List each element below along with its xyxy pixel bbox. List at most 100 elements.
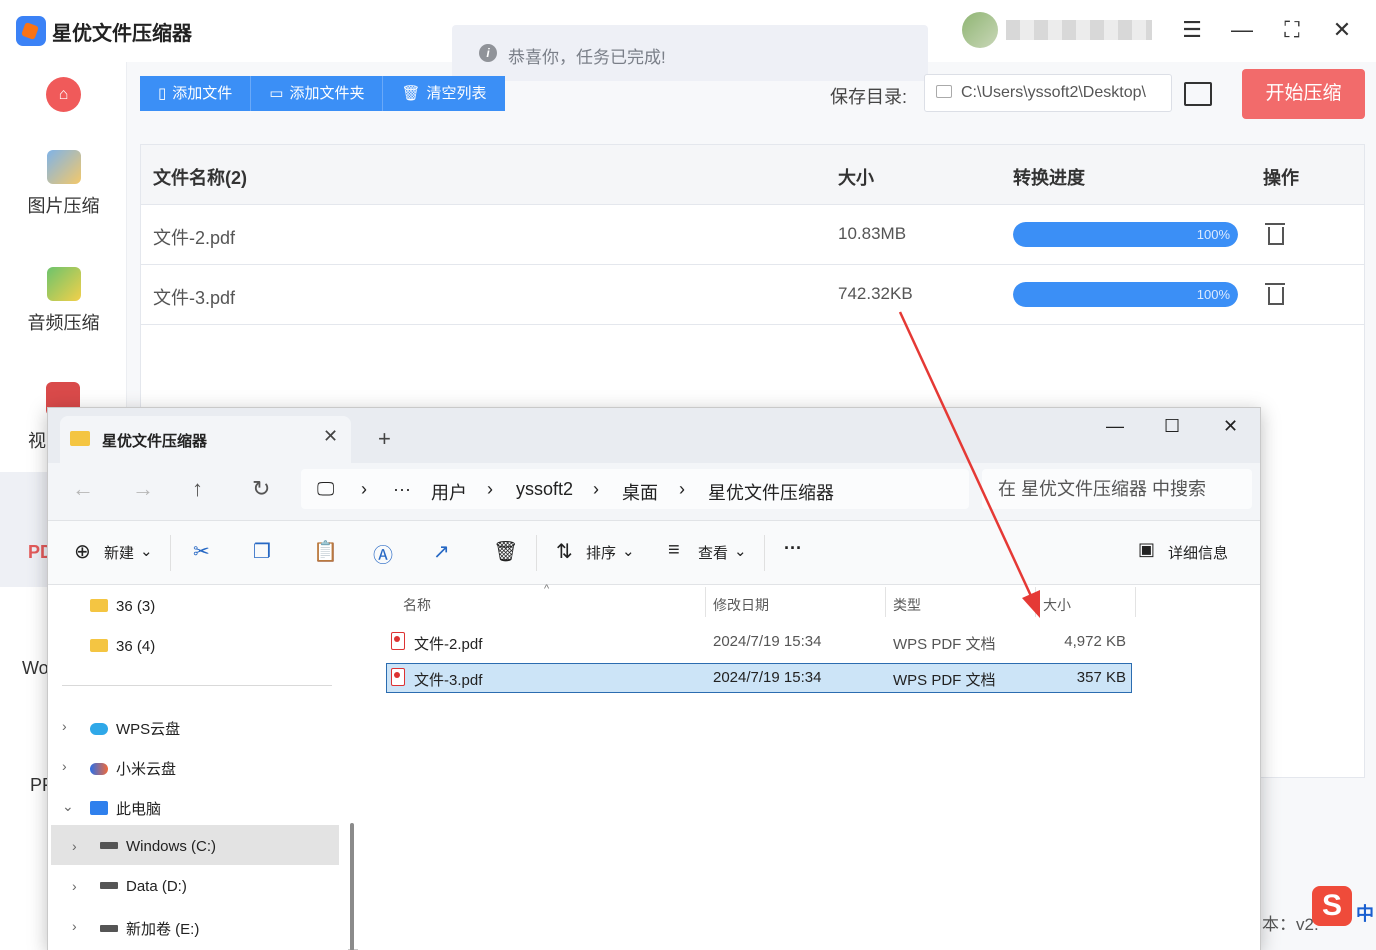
chevron-down-icon[interactable]: ⌄ — [622, 542, 635, 560]
minimize-icon[interactable]: — — [1106, 416, 1124, 437]
sidebar-item-image[interactable]: 图片压缩 — [0, 150, 127, 218]
file-row[interactable]: 文件-2.pdf 2024/7/19 15:34 WPS PDF 文档 4,97… — [386, 627, 1132, 657]
column-separator[interactable] — [1135, 587, 1136, 617]
user-avatar[interactable] — [962, 12, 998, 48]
scrollbar-thumb[interactable] — [350, 823, 354, 950]
paste-icon[interactable]: 📋 — [313, 539, 338, 564]
ime-mode[interactable]: 中 — [1356, 900, 1374, 926]
folder-icon — [90, 599, 108, 612]
tree-scrollbar[interactable] — [348, 585, 356, 950]
add-folder-button[interactable]: ▭ 添加文件夹 — [251, 76, 384, 111]
new-tab-icon[interactable]: + — [378, 426, 391, 452]
file-name: 文件-3.pdf — [153, 288, 236, 308]
start-compress-button[interactable]: 开始压缩 — [1242, 69, 1365, 119]
column-header-name[interactable]: 名称 — [403, 595, 431, 615]
navigation-pane: 36 (3) 36 (4) › WPS云盘 › 小米云盘 ⌄ 此电脑 › Windows… — [48, 585, 354, 950]
address-bar[interactable]: 🖵 › ··· 用户 › yssoft2 › 桌面 › 星优文件压缩器 — [301, 469, 969, 509]
sort-icon[interactable]: ⇅ — [556, 539, 573, 564]
delete-icon[interactable] — [1265, 221, 1285, 245]
breadcrumb-item[interactable]: 用户 — [431, 479, 467, 505]
breadcrumb-more[interactable]: ··· — [393, 479, 411, 500]
explorer-tabbar: 星优文件压缩器 ✕ + — ☐ ✕ — [48, 408, 1260, 463]
sidebar-item-audio[interactable]: 音频压缩 — [0, 267, 127, 335]
maximize-icon[interactable]: ⛶ — [1276, 14, 1308, 46]
toast-message: 恭喜你，任务已完成! — [508, 48, 666, 67]
tree-item-drive-d[interactable]: › Data (D:) — [72, 878, 187, 895]
tab-title: 星优文件压缩器 — [102, 433, 208, 450]
column-header-name: 文件名称(2) — [153, 168, 247, 188]
table-row[interactable]: 文件-2.pdf 10.83MB 100% — [141, 205, 1364, 265]
tree-item-wps-cloud[interactable]: › WPS云盘 — [62, 718, 181, 739]
up-icon[interactable]: ↑ — [192, 476, 203, 502]
tree-item-this-pc[interactable]: ⌄ 此电脑 — [62, 798, 162, 819]
close-icon[interactable]: ✕ — [1326, 14, 1358, 46]
delete-icon[interactable] — [1265, 281, 1285, 305]
new-icon[interactable]: ⊕ — [74, 539, 91, 564]
tree-item-drive-c[interactable]: › Windows (C:) — [72, 838, 216, 855]
column-separator[interactable] — [1035, 587, 1036, 617]
rename-icon[interactable]: Ⓐ — [373, 539, 393, 568]
explorer-tab[interactable]: 星优文件压缩器 ✕ — [60, 416, 351, 463]
home-icon[interactable]: ⌂ — [46, 77, 81, 112]
share-icon[interactable]: ↗ — [433, 539, 450, 564]
more-icon[interactable]: ··· — [784, 538, 802, 559]
table-header: 文件名称(2) 大小 转换进度 操作 — [141, 145, 1364, 205]
tree-item-folder[interactable]: 36 (3) — [90, 598, 155, 615]
breadcrumb-separator: › — [361, 479, 367, 499]
chevron-down-icon[interactable]: ⌄ — [734, 542, 747, 560]
audio-icon — [46, 267, 81, 301]
column-header-size[interactable]: 大小 — [1043, 595, 1071, 615]
tree-item-label: WPS云盘 — [116, 721, 181, 738]
column-separator[interactable] — [885, 587, 886, 617]
settings-icon[interactable]: ☰ — [1176, 14, 1208, 46]
column-header-progress: 转换进度 — [1013, 168, 1085, 188]
minimize-icon[interactable]: — — [1226, 14, 1258, 46]
clear-list-button[interactable]: 🗑 清空列表 — [383, 76, 505, 111]
tree-item-label: 此电脑 — [116, 801, 162, 818]
add-folder-label: 添加文件夹 — [289, 85, 365, 102]
refresh-icon[interactable]: ↻ — [252, 476, 270, 502]
progress-fill: 100% — [1013, 222, 1238, 247]
folder-icon: ▭ — [269, 85, 284, 102]
chevron-right-icon[interactable]: › — [72, 918, 77, 934]
column-separator[interactable] — [705, 587, 706, 617]
back-icon[interactable]: ← — [72, 476, 94, 502]
table-row[interactable]: 文件-3.pdf 742.32KB 100% — [141, 265, 1364, 325]
column-header-type[interactable]: 类型 — [893, 595, 921, 615]
chevron-right-icon[interactable]: › — [72, 878, 77, 894]
breadcrumb-item[interactable]: yssoft2 — [516, 479, 573, 500]
chevron-down-icon[interactable]: ⌄ — [62, 798, 74, 815]
chevron-right-icon[interactable]: › — [62, 758, 67, 774]
open-folder-icon[interactable] — [1184, 82, 1212, 106]
tree-item-drive-e[interactable]: › 新加卷 (E:) — [72, 918, 199, 939]
version-label: 本：v2. — [1262, 915, 1319, 934]
tab-close-icon[interactable]: ✕ — [323, 426, 338, 447]
add-file-button[interactable]: ▯ 添加文件 — [140, 76, 252, 111]
tree-item-mi-cloud[interactable]: › 小米云盘 — [62, 758, 176, 779]
ime-logo-icon[interactable]: S — [1312, 886, 1352, 926]
column-header-date[interactable]: 修改日期 — [713, 595, 769, 615]
breadcrumb-item[interactable]: 星优文件压缩器 — [708, 479, 834, 505]
close-icon[interactable]: ✕ — [1223, 416, 1238, 437]
maximize-icon[interactable]: ☐ — [1164, 416, 1180, 437]
copy-icon[interactable]: ❐ — [253, 539, 271, 564]
chevron-right-icon[interactable]: › — [72, 838, 77, 854]
file-name: 文件-2.pdf — [153, 228, 236, 248]
details-button[interactable]: 详细信息 — [1168, 542, 1228, 563]
view-icon[interactable]: ≡ — [668, 539, 680, 562]
view-button[interactable]: 查看 — [698, 542, 728, 563]
save-dir-input[interactable]: C:\Users\yssoft2\Desktop\ — [924, 74, 1172, 112]
details-pane-icon[interactable]: ▣ — [1138, 539, 1155, 560]
forward-icon[interactable]: → — [132, 476, 154, 502]
chevron-down-icon[interactable]: ⌄ — [140, 542, 153, 560]
sidebar-item-video-label: 视 — [28, 431, 46, 451]
search-input[interactable]: 在 星优文件压缩器 中搜索 — [982, 469, 1252, 509]
tree-item-folder[interactable]: 36 (4) — [90, 638, 155, 655]
cut-icon[interactable]: ✂ — [193, 539, 210, 564]
sort-button[interactable]: 排序 — [586, 542, 616, 563]
chevron-right-icon[interactable]: › — [62, 718, 67, 734]
delete-icon[interactable]: 🗑 — [493, 539, 518, 564]
file-row-selected[interactable]: 文件-3.pdf 2024/7/19 15:34 WPS PDF 文档 357 … — [386, 663, 1132, 693]
breadcrumb-item[interactable]: 桌面 — [622, 479, 658, 505]
new-button[interactable]: 新建 — [104, 542, 134, 563]
